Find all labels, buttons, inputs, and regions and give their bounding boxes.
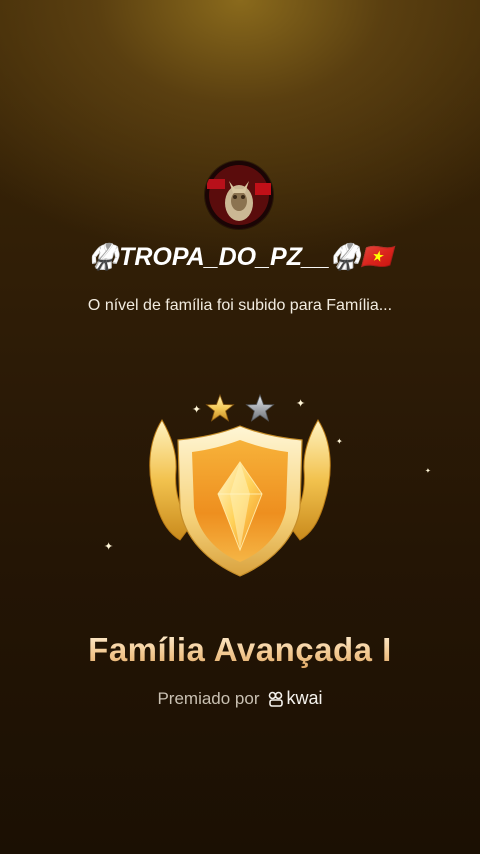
profile-avatar[interactable]: [205, 161, 273, 229]
family-level-title: Família Avançada I: [0, 631, 480, 669]
kwai-brand: kwai: [268, 688, 323, 709]
sparkle-icon: ✦: [296, 397, 306, 410]
kwai-logo-icon: [268, 691, 283, 707]
sparkle-icon: ✦: [192, 403, 202, 416]
level-up-message: O nível de família foi subido para Famíl…: [87, 297, 393, 314]
username: 🥋TROPA_DO_PZ__🥋🇻🇳: [87, 243, 393, 271]
sparkle-icon: ✦: [336, 437, 343, 446]
gold-shield-emblem-icon: [149, 419, 331, 577]
awarded-by-label: Premiado por: [157, 688, 260, 708]
avatar-image: [205, 161, 273, 229]
kwai-brand-label: kwai: [286, 688, 323, 708]
sparkle-icon: ✦: [104, 540, 114, 553]
sparkle-icon: ✦: [425, 467, 431, 475]
awarded-by-row: Premiado por kwai: [0, 688, 480, 709]
